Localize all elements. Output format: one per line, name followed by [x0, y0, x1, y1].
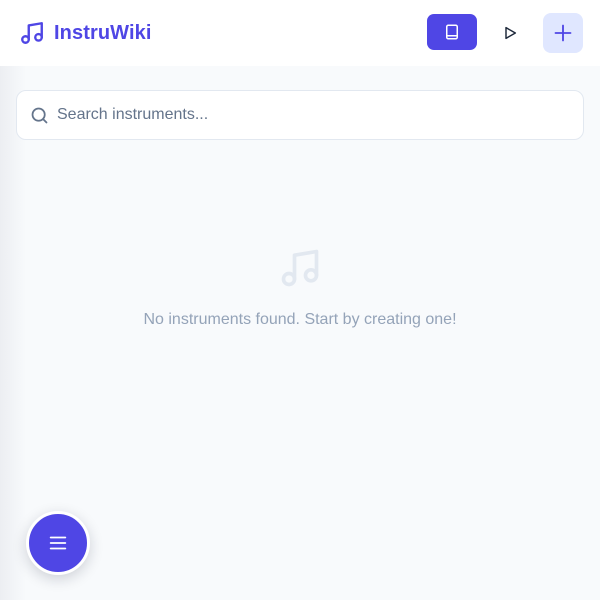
app-page: InstruWiki No instrum	[0, 0, 600, 600]
menu-icon	[49, 536, 67, 550]
wiki-button[interactable]	[427, 14, 477, 50]
book-icon	[446, 24, 458, 40]
brand[interactable]: InstruWiki	[19, 20, 152, 46]
play-icon	[505, 26, 517, 40]
app-title: InstruWiki	[54, 22, 152, 44]
search-bar	[16, 90, 584, 140]
search-icon	[31, 107, 48, 124]
play-button[interactable]	[490, 13, 530, 53]
menu-fab-button[interactable]	[26, 511, 90, 575]
search-input[interactable]	[57, 91, 577, 139]
add-instrument-button[interactable]	[543, 13, 583, 53]
empty-state-message: No instruments found. Start by creating …	[143, 311, 457, 328]
top-bar: InstruWiki	[0, 0, 600, 66]
plus-icon	[554, 24, 572, 42]
music-note-icon	[281, 249, 319, 287]
music-note-icon	[21, 22, 43, 44]
